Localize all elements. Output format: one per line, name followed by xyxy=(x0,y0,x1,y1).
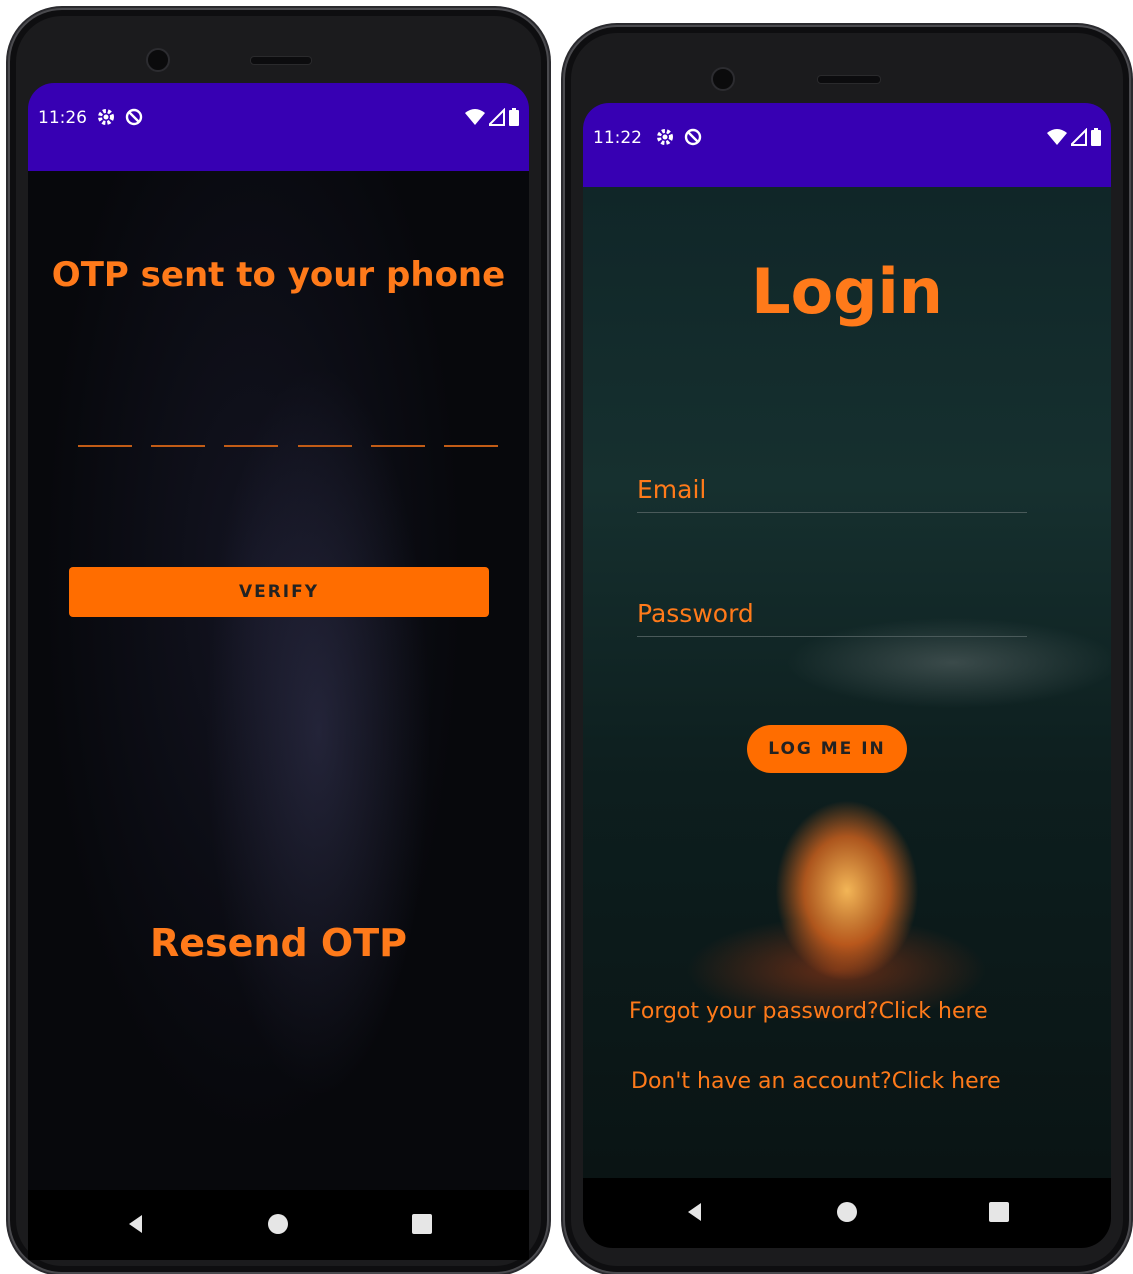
verify-button[interactable]: VERIFY xyxy=(69,567,489,617)
earpiece-speaker xyxy=(817,75,881,84)
starry-sky-background xyxy=(28,171,529,1190)
resend-otp-link[interactable]: Resend OTP xyxy=(28,921,529,965)
login-title: Login xyxy=(751,255,943,328)
login-screen: 11:22 Login Email Password LOG ME IN For… xyxy=(583,103,1111,1178)
otp-digit-input[interactable] xyxy=(443,445,498,447)
otp-digit-input[interactable] xyxy=(78,445,132,447)
recents-icon[interactable] xyxy=(410,1212,434,1236)
status-bar: 11:26 xyxy=(28,83,529,171)
wifi-icon xyxy=(465,109,485,125)
recents-icon[interactable] xyxy=(987,1200,1011,1224)
status-time: 11:26 xyxy=(38,108,87,128)
wifi-icon xyxy=(1047,129,1067,145)
gear-icon xyxy=(98,109,114,125)
otp-screen: 11:26 OTP sent to your phone VERIFY Rese… xyxy=(28,83,529,1190)
login-button[interactable]: LOG ME IN xyxy=(747,725,907,773)
signal-icon xyxy=(1071,128,1087,146)
campfire-background xyxy=(583,187,1111,1178)
navigation-bar xyxy=(583,1178,1111,1248)
no-sim-icon xyxy=(684,128,702,146)
back-icon[interactable] xyxy=(683,1200,707,1224)
navigation-bar xyxy=(28,1190,529,1260)
status-bar: 11:22 xyxy=(583,103,1111,187)
forgot-password-link[interactable]: Forgot your password?Click here xyxy=(629,999,988,1024)
no-sim-icon xyxy=(125,108,143,126)
password-field[interactable]: Password xyxy=(637,599,1027,637)
otp-digit-input[interactable] xyxy=(297,445,352,447)
email-placeholder: Email xyxy=(637,475,707,504)
otp-digit-input[interactable] xyxy=(224,445,279,447)
front-camera xyxy=(711,67,735,91)
gear-icon xyxy=(657,129,673,145)
signal-icon xyxy=(489,108,505,126)
battery-icon xyxy=(509,108,519,126)
email-underline xyxy=(637,512,1027,513)
front-camera xyxy=(146,48,170,72)
email-field[interactable]: Email xyxy=(637,475,1027,513)
password-placeholder: Password xyxy=(637,599,754,628)
home-icon[interactable] xyxy=(835,1200,859,1224)
earpiece-speaker xyxy=(250,56,312,65)
battery-icon xyxy=(1091,128,1101,146)
status-time: 11:22 xyxy=(593,128,642,148)
phone-frame-otp: 11:26 OTP sent to your phone VERIFY Rese… xyxy=(8,8,549,1274)
home-icon[interactable] xyxy=(266,1212,290,1236)
password-underline xyxy=(637,636,1027,637)
phone-frame-login: 11:22 Login Email Password LOG ME IN For… xyxy=(563,25,1131,1274)
otp-title: OTP sent to your phone xyxy=(51,255,506,295)
back-icon[interactable] xyxy=(124,1212,148,1236)
signup-link[interactable]: Don't have an account?Click here xyxy=(631,1069,1001,1094)
otp-input-row[interactable] xyxy=(78,445,498,447)
otp-digit-input[interactable] xyxy=(370,445,425,447)
otp-digit-input[interactable] xyxy=(151,445,206,447)
